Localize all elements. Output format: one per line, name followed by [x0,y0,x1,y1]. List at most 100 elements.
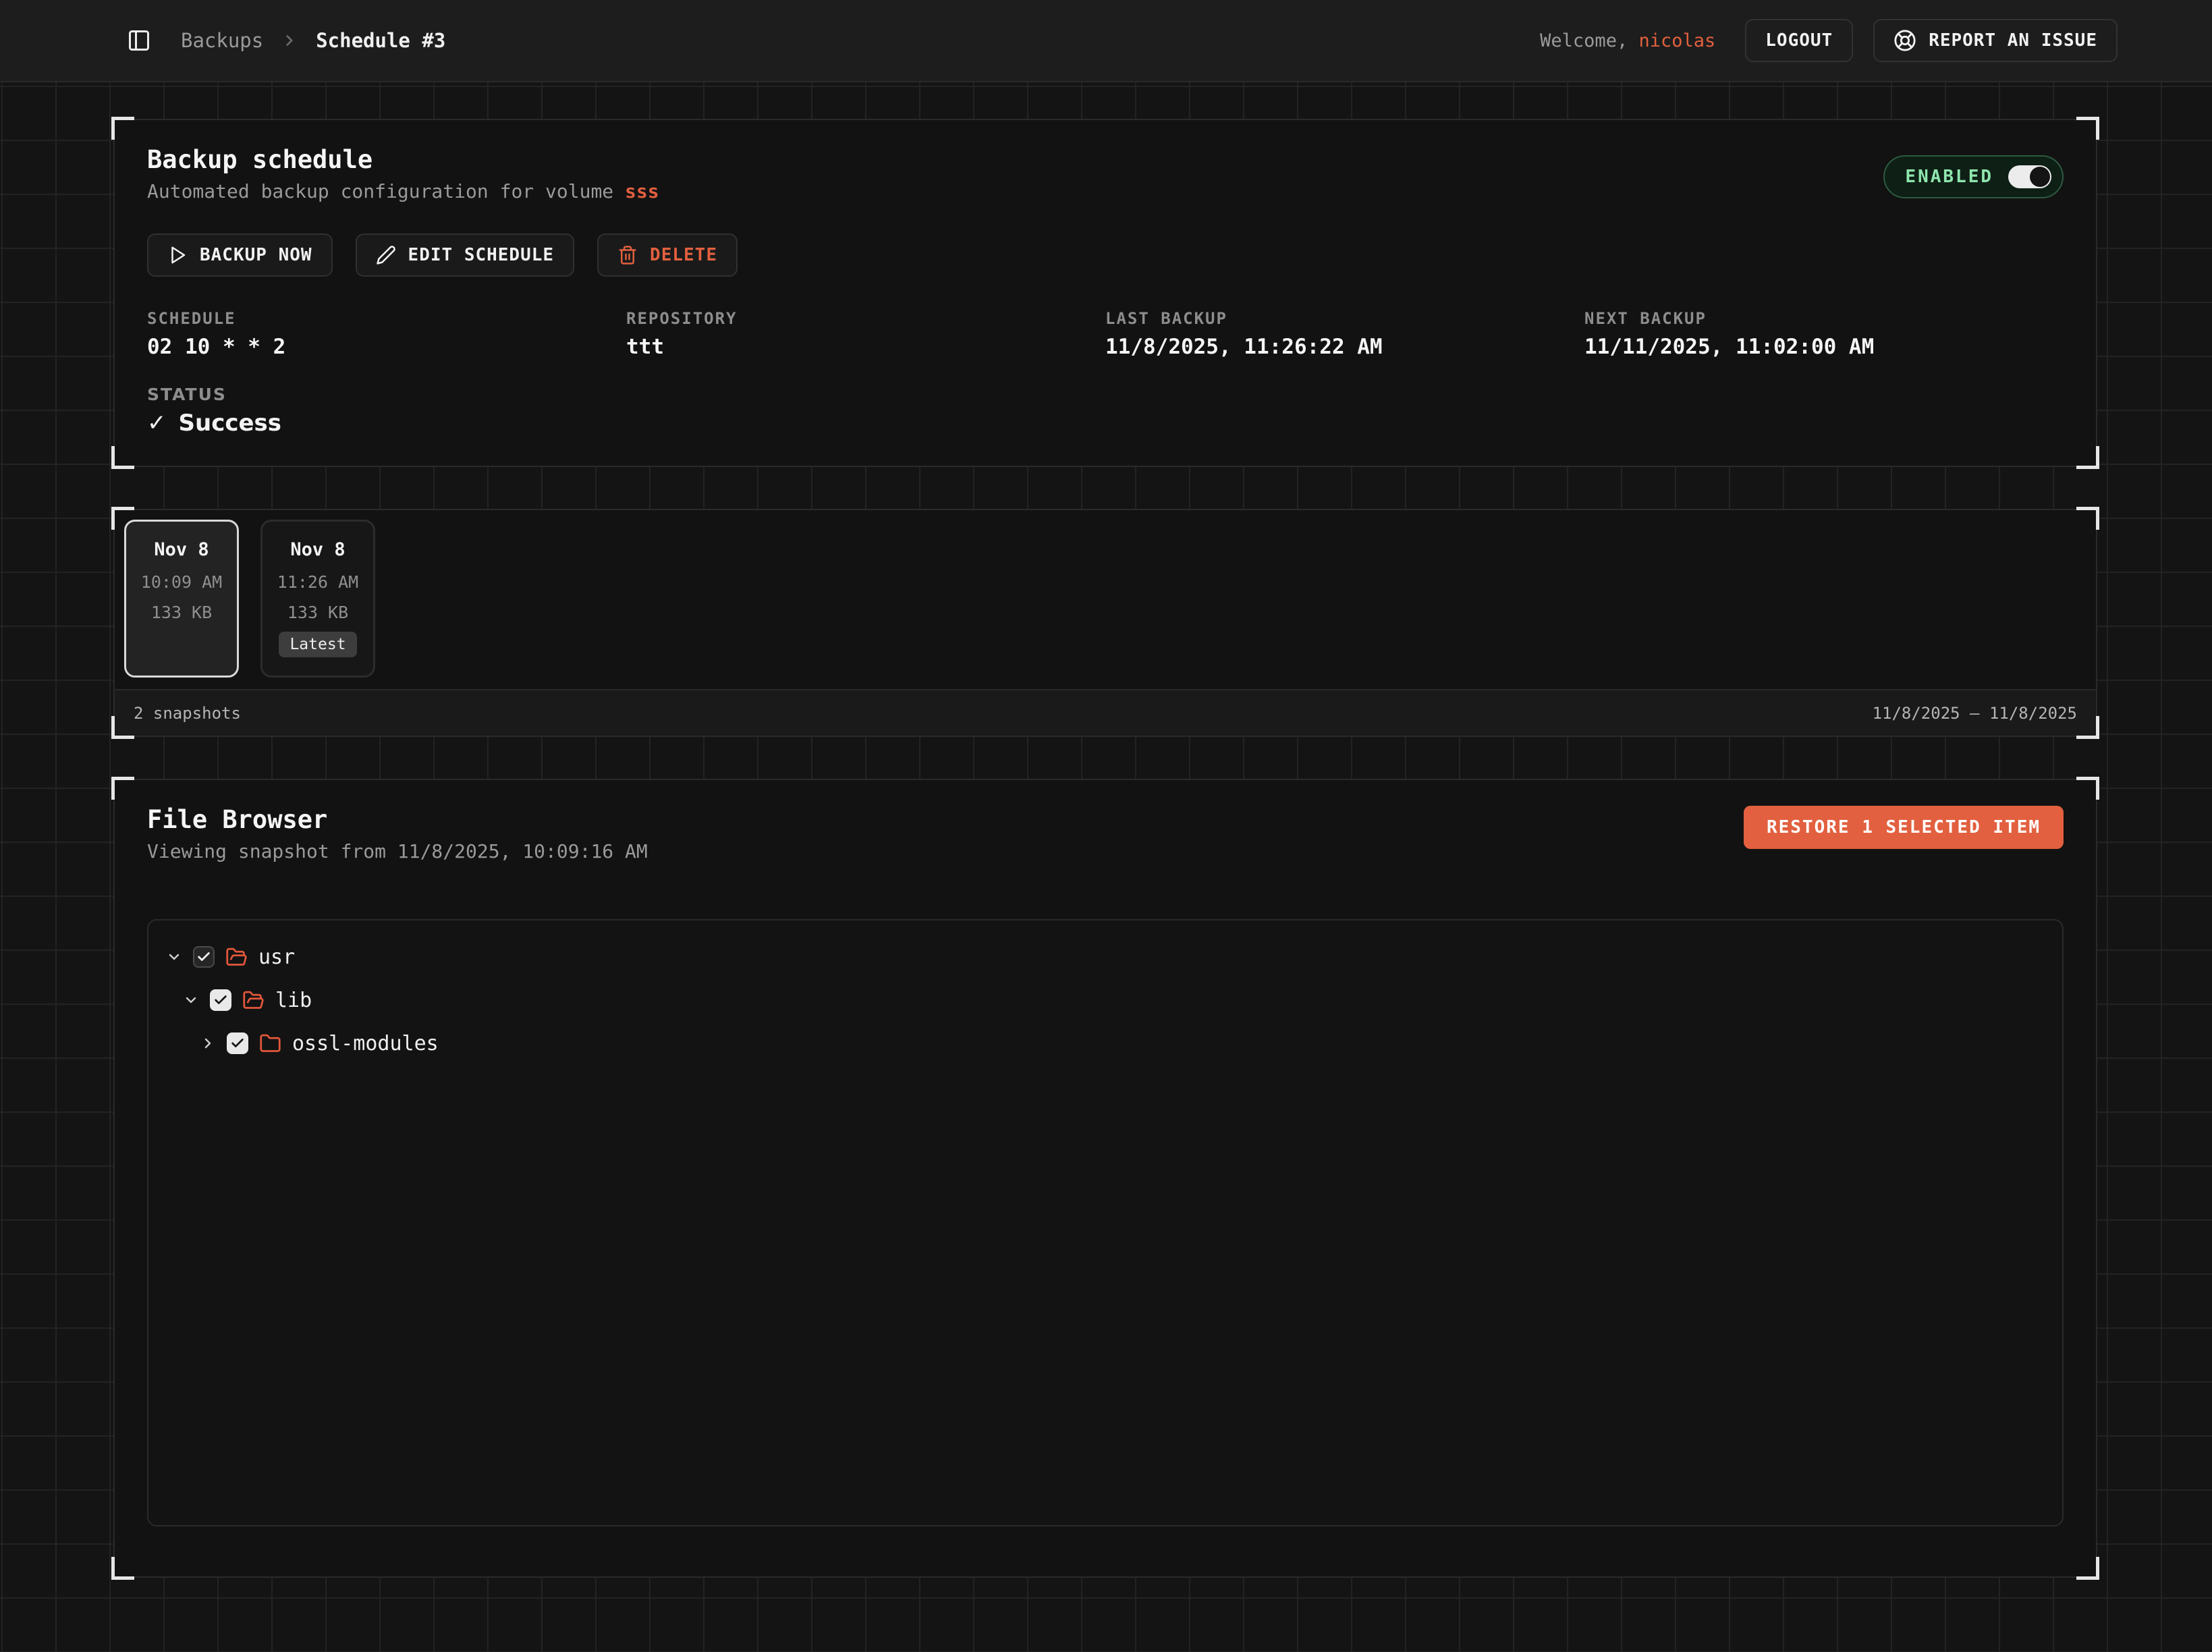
info-field-next-backup: NEXT BACKUP 11/11/2025, 11:02:00 AM [1584,309,2064,359]
tree-row-ossl-modules[interactable]: ossl-modules [166,1022,2045,1065]
latest-badge: Latest [279,632,356,657]
status-value: ✓ Success [147,410,2064,437]
volume-name: sss [625,180,659,202]
status-label: STATUS [147,385,2064,404]
snapshot-time: 10:09 AM [141,572,222,592]
field-label: LAST BACKUP [1105,309,1584,328]
username: nicolas [1638,30,1715,51]
breadcrumb-parent[interactable]: Backups [181,29,263,52]
delete-label: DELETE [650,245,717,265]
tree-label: usr [258,945,295,969]
folder-open-icon [242,989,265,1012]
top-bar: Backups Schedule #3 Welcome, nicolas LOG… [0,0,2212,82]
edit-schedule-label: EDIT SCHEDULE [408,245,555,265]
folder-open-icon [225,946,248,968]
snapshot-card-list: Nov 8 10:09 AM 133 KB Nov 8 11:26 AM 133… [124,520,2086,678]
tree-label: ossl-modules [292,1032,439,1055]
folder-closed-icon [259,1032,281,1055]
schedule-actions: BACKUP NOW EDIT SCHEDULE DELETE [147,233,2064,277]
enabled-label: ENABLED [1905,167,1993,187]
corner-bracket [111,777,134,800]
subtitle-prefix: Automated backup configuration for volum… [147,180,625,202]
snapshot-size: 133 KB [287,603,348,622]
file-browser-panel: File Browser Viewing snapshot from 11/8/… [113,779,2097,1578]
corner-bracket [2076,446,2099,469]
snapshot-card-selected[interactable]: Nov 8 10:09 AM 133 KB [124,520,239,678]
corner-bracket [111,446,134,469]
status-text: Success [179,410,282,437]
lifebuoy-icon [1893,29,1916,52]
checkbox-checked[interactable] [193,946,215,968]
schedule-heading: Backup schedule Automated backup configu… [147,144,659,204]
chevron-right-icon [281,32,298,49]
file-browser-subtitle: Viewing snapshot from 11/8/2025, 10:09:1… [147,839,648,864]
main-content: Backup schedule Automated backup configu… [0,82,2212,1578]
snapshot-date: Nov 8 [154,539,209,560]
snapshot-date: Nov 8 [290,539,345,560]
field-value: 11/8/2025, 11:26:22 AM [1105,335,1584,359]
file-browser-heading: File Browser Viewing snapshot from 11/8/… [147,804,648,864]
edit-schedule-button[interactable]: EDIT SCHEDULE [356,233,575,277]
play-icon [167,245,188,265]
corner-bracket [2076,777,2099,800]
check-icon: ✓ [147,410,167,437]
corner-bracket [2076,117,2099,140]
info-field-last-backup: LAST BACKUP 11/8/2025, 11:26:22 AM [1105,309,1584,359]
info-field-schedule: SCHEDULE 02 10 * * 2 [147,309,626,359]
corner-bracket [111,117,134,140]
panel-left-icon [127,28,151,53]
welcome-text: Welcome, nicolas [1540,30,1715,51]
logout-button[interactable]: LOGOUT [1745,19,1853,62]
snapshots-footer: 2 snapshots 11/8/2025 – 11/8/2025 [115,689,2096,736]
chevron-down-icon[interactable] [183,992,203,1008]
tree-row-lib[interactable]: lib [166,979,2045,1022]
file-tree: usr lib [147,919,2064,1526]
backup-now-button[interactable]: BACKUP NOW [147,233,333,277]
top-bar-actions: Welcome, nicolas LOGOUT REPORT AN ISSUE [1540,19,2118,62]
corner-bracket [2076,1557,2099,1580]
snapshots-panel: Nov 8 10:09 AM 133 KB Nov 8 11:26 AM 133… [113,509,2097,737]
field-label: REPOSITORY [626,309,1105,328]
toggle-knob [2030,167,2050,187]
panel-title: Backup schedule [147,144,659,175]
toggle-switch[interactable] [2008,165,2051,188]
logout-label: LOGOUT [1765,30,1833,51]
field-label: SCHEDULE [147,309,626,328]
backup-schedule-panel: Backup schedule Automated backup configu… [113,119,2097,467]
field-label: NEXT BACKUP [1584,309,2064,328]
checkbox-checked[interactable] [227,1032,248,1054]
report-issue-label: REPORT AN ISSUE [1929,30,2097,51]
chevron-right-icon[interactable] [200,1035,220,1051]
snapshot-count: 2 snapshots [134,704,241,723]
schedule-info-grid: SCHEDULE 02 10 * * 2 REPOSITORY ttt LAST… [147,309,2064,359]
welcome-prefix: Welcome, [1540,30,1628,51]
corner-bracket [111,1557,134,1580]
breadcrumb: Backups Schedule #3 [127,28,445,53]
sidebar-toggle-button[interactable] [127,28,151,53]
restore-button[interactable]: RESTORE 1 SELECTED ITEM [1744,806,2064,849]
breadcrumb-current: Schedule #3 [316,29,445,52]
snapshot-card-latest[interactable]: Nov 8 11:26 AM 133 KB Latest [260,520,375,678]
snapshot-date-range: 11/8/2025 – 11/8/2025 [1873,704,2077,723]
chevron-down-icon[interactable] [166,949,186,965]
tree-row-usr[interactable]: usr [166,935,2045,979]
breadcrumb-trail: Backups Schedule #3 [181,29,445,52]
field-value: ttt [626,335,1105,359]
tree-label: lib [275,989,312,1012]
delete-button[interactable]: DELETE [597,233,738,277]
snapshot-time: 11:26 AM [277,572,358,592]
checkbox-checked[interactable] [210,989,231,1011]
file-browser-title: File Browser [147,804,648,835]
backup-now-label: BACKUP NOW [200,245,312,265]
snapshot-size: 133 KB [151,603,212,622]
report-issue-button[interactable]: REPORT AN ISSUE [1873,19,2118,62]
enabled-toggle[interactable]: ENABLED [1883,155,2064,198]
pencil-icon [376,245,396,265]
restore-label: RESTORE 1 SELECTED ITEM [1767,817,2041,837]
panel-subtitle: Automated backup configuration for volum… [147,180,659,204]
status-block: STATUS ✓ Success [147,385,2064,437]
field-value: 02 10 * * 2 [147,335,626,359]
trash-icon [617,245,638,265]
field-value: 11/11/2025, 11:02:00 AM [1584,335,2064,359]
info-field-repository: REPOSITORY ttt [626,309,1105,359]
